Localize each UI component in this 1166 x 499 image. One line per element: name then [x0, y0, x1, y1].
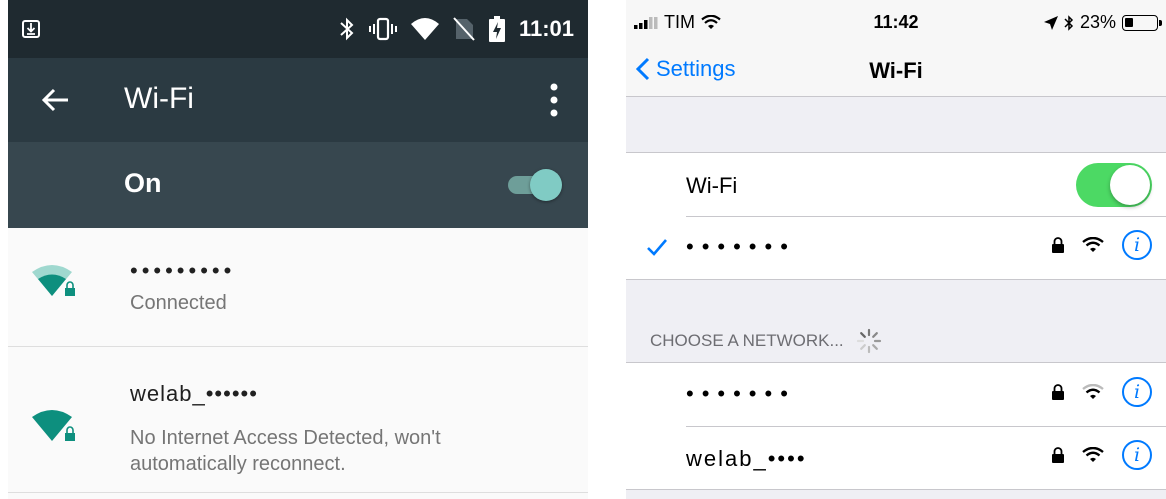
wifi-locked-icon: [32, 265, 75, 296]
ios-nav-bar: Settings Wi-Fi: [626, 44, 1166, 97]
bluetooth-icon: [1064, 14, 1074, 31]
wifi-toggle-row: Wi-Fi: [626, 153, 1166, 216]
connected-network-row[interactable]: ••••••• i: [626, 216, 1166, 279]
download-icon: [22, 20, 40, 38]
network-item-connected[interactable]: ••••••••• Connected: [8, 228, 588, 347]
android-status-bar: 11:01: [8, 0, 588, 58]
wifi-toggle[interactable]: [508, 168, 562, 202]
section-header: CHOOSE A NETWORK...: [650, 328, 882, 354]
overflow-menu-icon[interactable]: [550, 82, 558, 118]
wifi-switch[interactable]: [1076, 163, 1152, 207]
wifi-state-label: On: [124, 168, 162, 198]
ios-status-bar: TIM 11:42 23%: [626, 0, 1166, 44]
info-button[interactable]: i: [1122, 230, 1152, 260]
page-title: Wi-Fi: [124, 82, 194, 115]
ios-wifi-screen: TIM 11:42 23% Settings Wi-Fi Wi-Fi •••••…: [626, 0, 1166, 499]
android-wifi-screen: 11:01 Wi-Fi On ••••••••• Connected welab…: [8, 0, 588, 499]
location-arrow-icon: [1043, 15, 1058, 30]
bluetooth-icon: [340, 17, 354, 41]
wifi-row-label: Wi-Fi: [686, 173, 738, 198]
network-ssid: •••••••: [686, 234, 796, 259]
info-button[interactable]: i: [1122, 440, 1152, 470]
no-sim-icon: [453, 17, 475, 41]
wifi-strength-icon: [1082, 237, 1104, 252]
network-ssid: welab_••••••: [130, 381, 258, 406]
section-header-label: CHOOSE A NETWORK...: [650, 331, 844, 350]
page-title: Wi-Fi: [869, 58, 923, 83]
status-time: 11:01: [518, 16, 574, 41]
network-item[interactable]: welab_•••••• No Internet Access Detected…: [8, 347, 588, 493]
back-arrow-icon[interactable]: [40, 80, 70, 120]
checkmark-icon: [647, 239, 667, 256]
network-ssid: •••••••: [686, 381, 796, 406]
network-status: Connected: [130, 292, 227, 314]
toggle-thumb: [530, 169, 562, 201]
info-button[interactable]: i: [1122, 377, 1152, 407]
wifi-locked-icon: [32, 410, 75, 441]
lock-icon: [1052, 384, 1064, 400]
lock-icon: [1052, 237, 1064, 253]
wifi-strength-icon: [1082, 447, 1104, 462]
network-ssid: •••••••••: [130, 258, 236, 283]
wifi-master-switch-bar[interactable]: On: [8, 142, 588, 228]
battery-percent: 23%: [1079, 12, 1116, 32]
android-toolbar: Wi-Fi: [8, 58, 588, 142]
network-ssid: welab_••••: [686, 446, 807, 471]
vibrate-icon: [368, 17, 397, 41]
battery-icon: [1122, 14, 1162, 31]
lock-icon: [1052, 447, 1064, 463]
loading-spinner-icon: [856, 328, 881, 354]
network-status: No Internet Access Detected, won't autom…: [130, 427, 441, 475]
wifi-strength-icon: [1082, 384, 1104, 399]
network-list-group: ••••••• i welab_•••• i: [626, 362, 1166, 490]
wifi-signal-icon: [410, 18, 439, 40]
network-row[interactable]: welab_•••• i: [626, 426, 1166, 489]
battery-charging-icon: [488, 16, 505, 42]
switch-knob: [1110, 165, 1150, 205]
network-row[interactable]: ••••••• i: [626, 363, 1166, 426]
wifi-settings-group: Wi-Fi ••••••• i: [626, 152, 1166, 280]
